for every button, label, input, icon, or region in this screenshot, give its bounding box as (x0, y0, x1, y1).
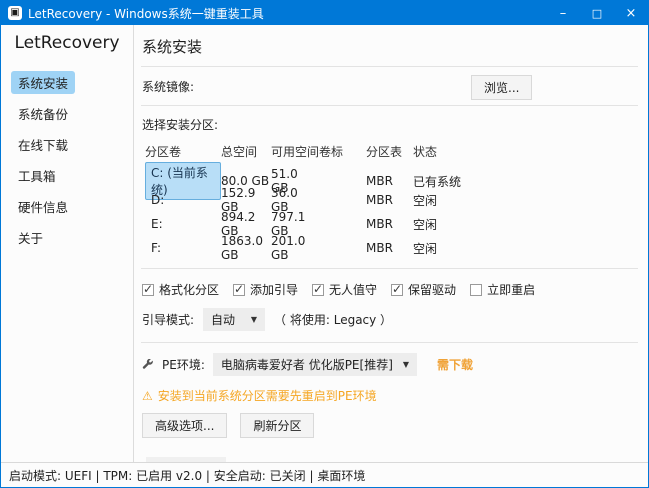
partition-volume[interactable]: F: (145, 241, 221, 255)
cell-table: MBR (366, 217, 413, 231)
warning-text: 安装到当前系统分区需要先重启到PE环境 (158, 387, 377, 404)
maximize-button[interactable]: □ (580, 1, 614, 25)
chevron-down-icon: ▼ (403, 360, 409, 369)
status-text: 启动模式: UEFI | TPM: 已启用 v2.0 | 安全启动: 已关闭 |… (9, 467, 365, 484)
pe-environment-value: 电脑病毒爱好者 优化版PE[推荐] (221, 356, 393, 373)
pe-environment-row: PE环境: 电脑病毒爱好者 优化版PE[推荐] ▼ 需下载 (142, 353, 638, 376)
boot-mode-note: （ 将使用: Legacy ） (274, 311, 392, 328)
checkbox-label: 无人值守 (329, 281, 377, 298)
install-options: 格式化分区 添加引导 无人值守 保留驱动 立即重启 (142, 281, 638, 298)
checkbox-reboot-now[interactable]: 立即重启 (470, 281, 535, 298)
col-table: 分区表 (366, 143, 413, 160)
partition-table: 分区卷 总空间 可用空间 卷标 分区表 状态 C: (当前系统) 80.0 GB… (141, 141, 638, 258)
col-label: 卷标 (319, 143, 366, 160)
col-free: 可用空间 (271, 143, 319, 160)
cell-status: 空闲 (413, 240, 638, 257)
window-title: LetRecovery - Windows系统一键重装工具 (28, 5, 546, 22)
sidebar-item-hardware-info[interactable]: 硬件信息 (11, 195, 75, 218)
close-button[interactable]: × (614, 1, 648, 25)
checkbox-unattended[interactable]: 无人值守 (312, 281, 377, 298)
checkbox-icon (470, 284, 482, 296)
partition-volume[interactable]: E: (145, 217, 221, 231)
wrench-icon (142, 359, 154, 371)
sidebar: LetRecovery 系统安装 系统备份 在线下载 工具箱 硬件信息 关于 (1, 25, 134, 462)
cell-free: 201.0 GB (271, 234, 319, 262)
brand-title: LetRecovery (1, 33, 133, 53)
pe-environment-dropdown[interactable]: 电脑病毒爱好者 优化版PE[推荐] ▼ (213, 353, 417, 376)
browse-button[interactable]: 浏览... (471, 75, 532, 100)
status-bar: 启动模式: UEFI | TPM: 已启用 v2.0 | 安全启动: 已关闭 |… (1, 462, 648, 487)
refresh-partitions-button[interactable]: 刷新分区 (240, 413, 314, 438)
boot-mode-value: 自动 (211, 311, 235, 328)
system-image-row: 系统镜像: 浏览... (141, 67, 638, 105)
cell-status: 空闲 (413, 192, 638, 209)
sidebar-item-system-backup[interactable]: 系统备份 (11, 102, 75, 125)
col-total: 总空间 (221, 143, 271, 160)
col-volume: 分区卷 (145, 143, 221, 160)
action-buttons-row: 高级选项... 刷新分区 (142, 413, 638, 438)
warning-icon: ⚠ (142, 389, 153, 403)
cell-table: MBR (366, 174, 413, 188)
sidebar-item-online-download[interactable]: 在线下载 (11, 133, 75, 156)
checkbox-label: 添加引导 (250, 281, 298, 298)
checkbox-add-boot[interactable]: 添加引导 (233, 281, 298, 298)
download-required-badge: 需下载 (437, 356, 473, 373)
checkbox-format-partition[interactable]: 格式化分区 (142, 281, 219, 298)
cell-status: 已有系统 (413, 173, 638, 190)
chevron-down-icon: ▼ (251, 315, 257, 324)
partition-section-label: 选择安装分区: (142, 116, 638, 133)
checkbox-icon (312, 284, 324, 296)
checkbox-label: 保留驱动 (408, 281, 456, 298)
app-window: ▣ LetRecovery - Windows系统一键重装工具 – □ × Le… (0, 0, 649, 488)
minimize-button[interactable]: – (546, 1, 580, 25)
divider (141, 105, 638, 106)
checkbox-label: 立即重启 (487, 281, 535, 298)
system-image-label: 系统镜像: (141, 78, 194, 95)
cell-total: 1863.0 GB (221, 234, 271, 262)
checkbox-icon (142, 284, 154, 296)
sidebar-item-about[interactable]: 关于 (11, 226, 50, 249)
checkbox-icon (233, 284, 245, 296)
checkbox-icon (391, 284, 403, 296)
sidebar-item-toolbox[interactable]: 工具箱 (11, 164, 63, 187)
cell-table: MBR (366, 193, 413, 207)
divider (141, 342, 638, 343)
page-title: 系统安装 (141, 33, 638, 66)
checkbox-label: 格式化分区 (159, 281, 219, 298)
col-status: 状态 (413, 143, 638, 160)
app-icon: ▣ (8, 6, 22, 20)
warning-message: ⚠ 安装到当前系统分区需要先重启到PE环境 (142, 387, 638, 404)
cell-table: MBR (366, 241, 413, 255)
boot-mode-label: 引导模式: (142, 311, 194, 328)
sidebar-item-system-install[interactable]: 系统安装 (11, 71, 75, 94)
partition-table-header: 分区卷 总空间 可用空间 卷标 分区表 状态 (145, 141, 638, 162)
titlebar[interactable]: ▣ LetRecovery - Windows系统一键重装工具 – □ × (1, 1, 648, 25)
advanced-options-button[interactable]: 高级选项... (142, 413, 227, 438)
boot-mode-row: 引导模式: 自动 ▼ （ 将使用: Legacy ） (142, 308, 638, 331)
checkbox-keep-drivers[interactable]: 保留驱动 (391, 281, 456, 298)
table-row-e[interactable]: E: 894.2 GB 797.1 GB MBR 空闲 (145, 210, 638, 234)
partition-volume[interactable]: D: (145, 193, 221, 207)
divider (141, 268, 638, 269)
pe-environment-label: PE环境: (162, 356, 205, 373)
boot-mode-dropdown[interactable]: 自动 ▼ (203, 308, 265, 331)
cell-status: 空闲 (413, 216, 638, 233)
main-panel: 系统安装 系统镜像: 浏览... 选择安装分区: 分区卷 总空间 可用空间 卷标… (134, 25, 648, 462)
table-row-f[interactable]: F: 1863.0 GB 201.0 GB MBR 空闲 (145, 234, 638, 258)
table-row-c[interactable]: C: (当前系统) 80.0 GB 51.0 GB MBR 已有系统 (145, 162, 638, 186)
